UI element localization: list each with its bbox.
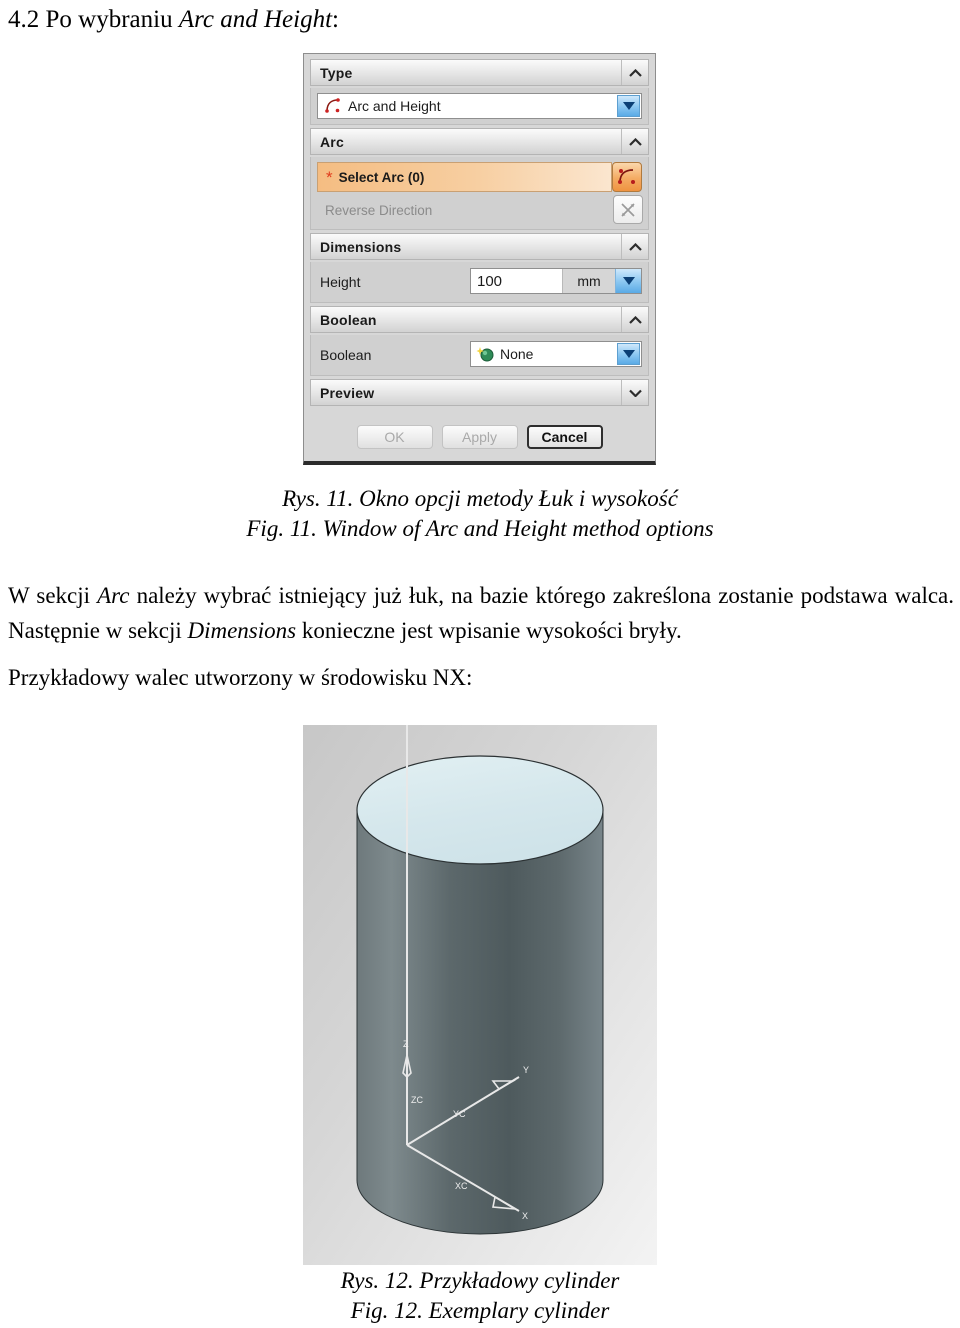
chevron-up-icon-arc[interactable] bbox=[621, 129, 648, 154]
type-combobox[interactable]: Arc and Height bbox=[317, 93, 642, 119]
select-arc-label: Select Arc (0) bbox=[338, 169, 425, 185]
chevron-down-icon-preview[interactable] bbox=[621, 380, 648, 405]
height-value-group[interactable]: 100 mm bbox=[470, 268, 642, 294]
axis-label-z: Z bbox=[403, 1039, 409, 1049]
type-dropdown-arrow-icon[interactable] bbox=[617, 95, 640, 117]
boolean-row: Boolean None bbox=[317, 340, 642, 370]
section-body-type: Arc and Height bbox=[310, 88, 649, 125]
heading-number: 4.2 bbox=[8, 6, 40, 33]
axis-label-yc: YC bbox=[453, 1109, 466, 1119]
height-dropdown-arrow-icon[interactable] bbox=[615, 269, 641, 293]
height-unit-label: mm bbox=[563, 269, 615, 293]
axis-label-y: Y bbox=[523, 1065, 529, 1075]
select-arc-row[interactable]: * Select Arc (0) bbox=[317, 162, 642, 192]
section-header-dimensions[interactable]: Dimensions bbox=[310, 233, 649, 260]
height-input[interactable]: 100 bbox=[471, 269, 563, 293]
axis-label-zc: ZC bbox=[411, 1095, 423, 1105]
par-arc-part3: konieczne jest wpisanie wysokości bryły. bbox=[296, 618, 682, 643]
paragraph-arc-instructions: W sekcji Arc należy wybrać istniejący ju… bbox=[8, 578, 954, 648]
height-row: Height 100 mm bbox=[317, 267, 642, 297]
type-selected-label: Arc and Height bbox=[348, 98, 441, 114]
chevron-up-icon-boolean[interactable] bbox=[621, 307, 648, 332]
required-field-marker: * bbox=[326, 167, 333, 187]
boolean-selected-label: None bbox=[500, 346, 534, 362]
paragraph-example-cylinder: Przykładowy walec utworzony w środowisku… bbox=[8, 665, 473, 690]
section-title-boolean: Boolean bbox=[320, 311, 377, 328]
heading-prefix: Po wybraniu bbox=[45, 6, 179, 33]
par-arc-italic-arc: Arc bbox=[97, 583, 130, 608]
cancel-button[interactable]: Cancel bbox=[526, 425, 603, 449]
figure-12-caption-en: Fig. 12. Exemplary cylinder bbox=[350, 1298, 610, 1323]
par-arc-part1: W sekcji bbox=[8, 583, 98, 608]
section-body-boolean: Boolean None bbox=[310, 335, 649, 376]
par-arc-italic-dimensions: Dimensions bbox=[187, 618, 297, 643]
section-header-preview[interactable]: Preview bbox=[310, 379, 649, 406]
section-header-arc[interactable]: Arc bbox=[310, 128, 649, 155]
cylinder-render-figure: Z ZC Y YC X XC bbox=[303, 725, 657, 1265]
figure-11-caption: Rys. 11. Okno opcji metody Łuk i wysokoś… bbox=[0, 484, 960, 544]
boolean-dropdown-arrow-icon[interactable] bbox=[617, 343, 640, 365]
axis-label-x: X bbox=[522, 1211, 528, 1221]
boolean-combobox[interactable]: None bbox=[470, 341, 642, 367]
reverse-direction-label: Reverse Direction bbox=[325, 202, 433, 218]
dialog-button-bar: OK Apply Cancel bbox=[304, 419, 655, 449]
section-header-boolean[interactable]: Boolean bbox=[310, 306, 649, 333]
cylinder-top-face bbox=[356, 755, 604, 865]
section-title-dimensions: Dimensions bbox=[320, 238, 402, 255]
ok-button[interactable]: OK bbox=[356, 425, 433, 449]
section-title-arc: Arc bbox=[320, 133, 344, 150]
select-arc-icon[interactable] bbox=[612, 162, 642, 192]
chevron-up-icon-type[interactable] bbox=[621, 60, 648, 85]
height-label: Height bbox=[320, 274, 361, 290]
section-header-type[interactable]: Type bbox=[310, 59, 649, 86]
section-body-dimensions: Height 100 mm bbox=[310, 262, 649, 303]
cylinder-side-surface bbox=[356, 809, 604, 1235]
figure-12-caption-pl: Rys. 12. Przykładowy cylinder bbox=[340, 1268, 620, 1293]
boolean-none-icon bbox=[471, 345, 496, 363]
boolean-label: Boolean bbox=[320, 347, 372, 363]
reverse-direction-icon bbox=[613, 195, 643, 224]
chevron-up-icon-dimensions[interactable] bbox=[621, 234, 648, 259]
heading-suffix: : bbox=[332, 6, 339, 33]
reverse-direction-row: Reverse Direction bbox=[317, 195, 643, 224]
arc-and-height-icon bbox=[318, 97, 343, 115]
section-heading: 4.2 Po wybraniu Arc and Height: bbox=[8, 4, 339, 36]
section-title-type: Type bbox=[320, 64, 353, 81]
section-title-preview: Preview bbox=[320, 384, 375, 401]
figure-12-caption: Rys. 12. Przykładowy cylinder Fig. 12. E… bbox=[0, 1266, 960, 1326]
figure-11-caption-pl: Rys. 11. Okno opcji metody Łuk i wysokoś… bbox=[282, 486, 678, 511]
heading-italic-term: Arc and Height bbox=[178, 6, 333, 33]
apply-button[interactable]: Apply bbox=[441, 425, 518, 449]
figure-11-caption-en: Fig. 11. Window of Arc and Height method… bbox=[246, 516, 714, 541]
nx-cylinder-dialog[interactable]: Type Arc and Height Arc * Select Arc (0)… bbox=[303, 53, 656, 465]
section-body-arc: * Select Arc (0) Reverse Direction bbox=[310, 157, 649, 230]
axis-label-xc: XC bbox=[455, 1181, 468, 1191]
